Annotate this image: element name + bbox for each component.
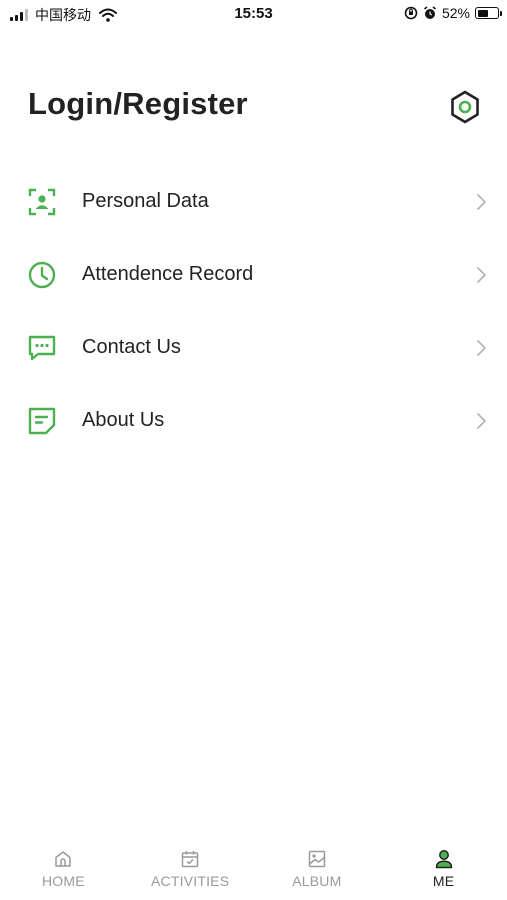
tab-label: ACTIVITIES xyxy=(151,873,230,889)
chat-icon xyxy=(28,335,56,360)
tab-home[interactable]: HOME xyxy=(0,838,127,900)
menu-item-contact-us[interactable]: Contact Us xyxy=(0,311,507,384)
status-bar: 中国移动 15:53 52% xyxy=(0,0,507,30)
login-register-title[interactable]: Login/Register xyxy=(28,86,248,122)
battery-icon xyxy=(475,7,502,19)
menu-item-label: Personal Data xyxy=(82,190,209,212)
alarm-icon xyxy=(423,6,436,19)
menu-item-label: Attendence Record xyxy=(82,263,254,285)
menu-item-label: Contact Us xyxy=(82,336,181,358)
clock-icon xyxy=(28,261,56,288)
home-icon xyxy=(55,851,72,867)
image-icon xyxy=(308,850,326,868)
calendar-icon xyxy=(181,851,199,868)
screen: 中国移动 15:53 52% Login/Register Personal D… xyxy=(0,0,507,900)
user-card-icon xyxy=(28,188,56,215)
battery-fill xyxy=(477,9,488,17)
menu-item-attendence-record[interactable]: Attendence Record xyxy=(0,238,507,311)
chevron-right-icon xyxy=(477,412,486,429)
person-icon xyxy=(435,850,452,869)
tab-label: ME xyxy=(432,873,455,889)
chevron-right-icon xyxy=(477,339,486,356)
tab-me[interactable]: ME xyxy=(380,838,507,900)
status-right: 52% xyxy=(404,5,502,21)
tab-album[interactable]: ALBUM xyxy=(254,838,381,900)
tab-label: HOME xyxy=(41,873,85,889)
menu-item-personal-data[interactable]: Personal Data xyxy=(0,165,507,238)
tab-label: ALBUM xyxy=(292,873,342,889)
bottom-tab-bar: HOME ACTIVITIES ALBUM ME xyxy=(0,838,507,900)
menu-item-about-us[interactable]: About Us xyxy=(0,384,507,457)
note-icon xyxy=(28,407,56,434)
settings-button[interactable] xyxy=(446,88,484,126)
gear-icon xyxy=(451,90,479,124)
chevron-right-icon xyxy=(477,266,486,283)
menu-item-label: About Us xyxy=(82,409,165,431)
menu-list: Personal Data Attendence Record Contact … xyxy=(0,165,507,457)
battery-percent: 52% xyxy=(441,5,470,21)
rotation-lock-icon xyxy=(404,6,418,20)
chevron-right-icon xyxy=(477,193,486,210)
tab-activities[interactable]: ACTIVITIES xyxy=(127,838,254,900)
